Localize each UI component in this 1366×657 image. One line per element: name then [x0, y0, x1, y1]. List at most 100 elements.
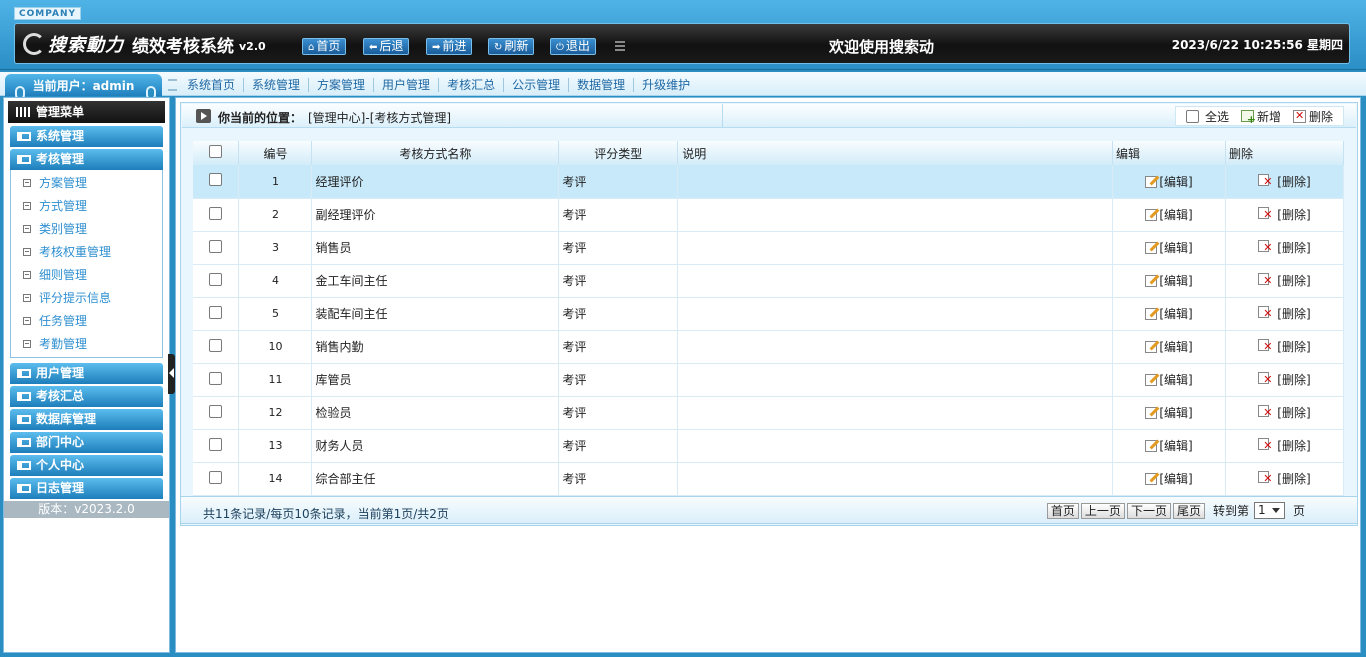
row-delete-link[interactable]: [删除]	[1258, 339, 1311, 354]
select-all-toggle[interactable]: 全选	[1185, 108, 1229, 125]
row-delete-link[interactable]: [删除]	[1258, 438, 1311, 453]
row-edit-link[interactable]: [编辑]	[1145, 208, 1193, 222]
row-checkbox[interactable]	[209, 272, 223, 286]
row-name: 财务人员	[311, 429, 560, 463]
nav-link-6[interactable]: 公示管理	[504, 78, 570, 92]
top-button-5[interactable]: ⏻ 退出	[550, 38, 596, 55]
nav-link-2[interactable]: 系统管理	[244, 78, 310, 92]
sidebar-group-groups_bottom-4[interactable]: 个人中心	[10, 455, 163, 476]
submenu-item-8[interactable]: 考勤管理	[21, 335, 87, 353]
app-logo: 搜索動力 绩效考核系统 v2.0	[23, 32, 266, 57]
table-row[interactable]: 5装配车间主任考评 [编辑] [删除]	[193, 297, 1345, 331]
row-delete-link[interactable]: [删除]	[1258, 240, 1311, 255]
submenu-item-label: 细则管理	[39, 268, 88, 282]
table-row[interactable]: 4金工车间主任考评 [编辑] [删除]	[193, 264, 1345, 298]
table-row[interactable]: 10销售内勤考评 [编辑] [删除]	[193, 330, 1345, 364]
submenu-item-2[interactable]: 方式管理	[21, 197, 87, 215]
header-checkbox[interactable]	[209, 145, 223, 158]
nav-link-1[interactable]: 系统首页	[183, 78, 245, 92]
row-checkbox[interactable]	[209, 404, 223, 418]
row-delete-link[interactable]: [删除]	[1258, 173, 1311, 189]
sidebar-group-groups_top-0[interactable]: 系统管理	[10, 126, 163, 147]
top-button-2[interactable]: ⬅ 后退	[363, 38, 410, 55]
nav-link-3[interactable]: 方案管理	[309, 78, 375, 92]
top-button-4[interactable]: ↻ 刷新	[488, 38, 535, 55]
row-delete-link[interactable]: [删除]	[1258, 372, 1311, 387]
sidebar-collapse-toggle[interactable]	[168, 354, 175, 394]
table-row[interactable]: 13财务人员考评 [编辑] [删除]	[193, 429, 1345, 463]
sidebar-group-groups_bottom-0[interactable]: 用户管理	[10, 363, 163, 384]
row-checkbox[interactable]	[209, 173, 223, 187]
submenu-item-6[interactable]: 评分提示信息	[21, 289, 111, 307]
row-checkbox[interactable]	[209, 239, 223, 253]
row-edit-link[interactable]: [编辑]	[1145, 340, 1193, 354]
row-edit-link[interactable]: [编辑]	[1145, 175, 1193, 189]
row-edit-link[interactable]: [编辑]	[1145, 307, 1193, 321]
row-edit-link[interactable]: [编辑]	[1145, 406, 1193, 420]
row-id: 1	[238, 165, 313, 199]
row-delete-link[interactable]: [删除]	[1258, 273, 1311, 288]
nav-link-8[interactable]: 升级维护	[634, 78, 698, 92]
delete-button[interactable]: 删除	[1292, 108, 1333, 125]
row-edit-link[interactable]: [编辑]	[1145, 373, 1193, 387]
row-checkbox[interactable]	[209, 206, 223, 220]
sidebar-group-label: 系统管理	[36, 129, 85, 143]
delete-x-icon	[1258, 405, 1273, 419]
submenu-item-1[interactable]: 方案管理	[21, 174, 87, 192]
refresh-icon: ↻	[494, 42, 503, 53]
row-delete-cell: [删除]	[1225, 330, 1345, 364]
row-edit-link[interactable]: [编辑]	[1145, 241, 1193, 255]
table-row[interactable]: 2副经理评价考评 [编辑] [删除]	[193, 198, 1345, 232]
menu-grip-icon[interactable]	[615, 41, 625, 51]
table-row[interactable]: 14综合部主任考评 [编辑] [删除]	[193, 462, 1345, 496]
row-delete-link[interactable]: [删除]	[1258, 306, 1311, 321]
submenu-item-7[interactable]: 任务管理	[21, 312, 87, 330]
row-id: 12	[238, 396, 313, 430]
nav-link-4[interactable]: 用户管理	[374, 78, 440, 92]
sidebar-group-groups_bottom-3[interactable]: 部门中心	[10, 432, 163, 453]
row-select-cell	[193, 396, 240, 430]
table-row[interactable]: 12检验员考评 [编辑] [删除]	[193, 396, 1345, 430]
top-button-3[interactable]: ➡ 前进	[426, 38, 473, 55]
add-button[interactable]: 新增	[1240, 108, 1281, 126]
row-checkbox[interactable]	[209, 338, 223, 352]
table-row[interactable]: 1经理评价考评 [编辑] [删除]	[193, 165, 1345, 199]
sidebar-group-label: 个人中心	[36, 458, 85, 472]
nav-link-7[interactable]: 数据管理	[569, 78, 635, 92]
page-select[interactable]: 1	[1253, 502, 1285, 519]
delete-label: [删除]	[1277, 373, 1311, 387]
row-edit-link[interactable]: [编辑]	[1145, 274, 1193, 288]
pager-button-2[interactable]: 上一页	[1080, 502, 1125, 519]
pager-button-4[interactable]: 尾页	[1172, 502, 1205, 519]
row-description	[677, 231, 1114, 265]
sidebar-group-label: 考核汇总	[36, 389, 85, 403]
row-checkbox[interactable]	[209, 305, 223, 319]
sidebar-group-label: 用户管理	[36, 366, 85, 380]
row-checkbox[interactable]	[209, 470, 223, 484]
row-edit-link[interactable]: [编辑]	[1145, 439, 1193, 453]
submenu-item-4[interactable]: 考核权重管理	[21, 243, 111, 261]
row-checkbox[interactable]	[209, 371, 223, 385]
table-row[interactable]: 3销售员考评 [编辑] [删除]	[193, 231, 1345, 265]
location-path: [管理中心]-[考核方式管理]	[308, 111, 452, 125]
row-delete-link[interactable]: [删除]	[1258, 405, 1311, 420]
table-header-row: 编号 考核方式名称 评分类型 说明 编辑 删除	[193, 141, 1345, 165]
top-button-1[interactable]: ⌂ 首页	[302, 38, 347, 55]
select-all-checkbox[interactable]	[1185, 109, 1199, 123]
row-delete-link[interactable]: [删除]	[1258, 471, 1311, 486]
row-edit-link[interactable]: [编辑]	[1145, 472, 1193, 486]
main-content: 你当前的位置： [管理中心]-[考核方式管理] 全选 新增 删除	[175, 97, 1361, 653]
submenu-item-3[interactable]: 类别管理	[21, 220, 87, 238]
delete-x-icon	[1258, 471, 1273, 485]
submenu-item-5[interactable]: 细则管理	[21, 266, 87, 284]
pager-button-3[interactable]: 下一页	[1126, 502, 1171, 519]
sidebar-group-groups_bottom-5[interactable]: 日志管理	[10, 478, 163, 499]
sidebar-group-groups_bottom-1[interactable]: 考核汇总	[10, 386, 163, 407]
sidebar-group-groups_bottom-2[interactable]: 数据库管理	[10, 409, 163, 430]
table-row[interactable]: 11库管员考评 [编辑] [删除]	[193, 363, 1345, 397]
row-checkbox[interactable]	[209, 437, 223, 451]
row-delete-link[interactable]: [删除]	[1258, 207, 1311, 222]
pager-button-1[interactable]: 首页	[1046, 502, 1079, 519]
nav-link-5[interactable]: 考核汇总	[439, 78, 505, 92]
sidebar-group-groups_top-1[interactable]: 考核管理	[10, 149, 163, 170]
